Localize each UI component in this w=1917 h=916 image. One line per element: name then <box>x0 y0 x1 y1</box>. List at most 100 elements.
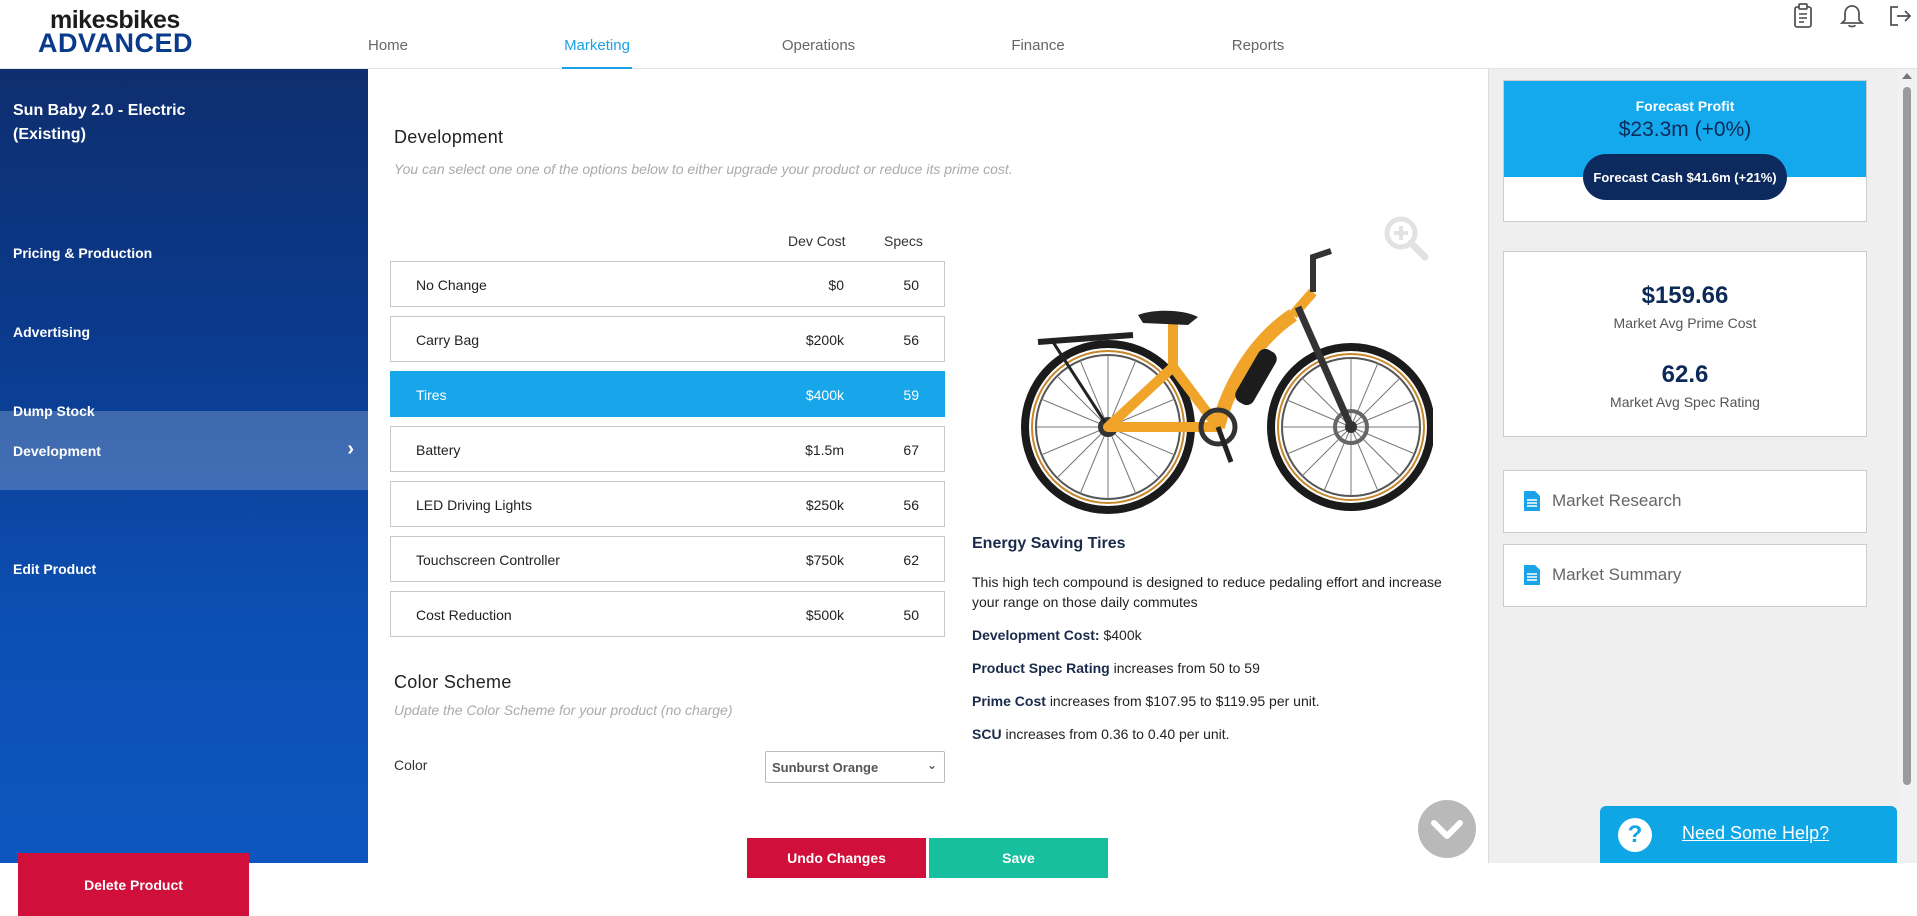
forecast-profit-value: $23.3m (+0%) <box>1618 118 1752 141</box>
save-button[interactable]: Save <box>929 838 1108 878</box>
spec-text: increases from 50 to 59 <box>1113 660 1260 676</box>
nav-finance[interactable]: Finance <box>1008 37 1068 69</box>
clipboard-icon[interactable] <box>1789 2 1817 30</box>
dev-cost-value: $400k <box>1103 627 1142 643</box>
scroll-up-arrow-icon[interactable] <box>1902 73 1912 79</box>
option-cost-reduction[interactable]: Cost Reduction $500k 50 <box>390 591 945 637</box>
dev-cost-header: Dev Cost <box>788 233 846 249</box>
right-panel: Forecast Profit $23.3m (+0%) Forecast Ca… <box>1488 69 1898 863</box>
market-spec-value: 62.6 <box>1661 361 1709 388</box>
document-icon <box>1524 565 1540 585</box>
product-title: Sun Baby 2.0 - Electric (Existing) <box>13 102 186 143</box>
document-icon <box>1524 491 1540 511</box>
specs-header: Specs <box>884 233 923 249</box>
market-research-label: Market Research <box>1552 491 1682 510</box>
option-name: Tires <box>416 387 447 403</box>
top-header: mikesbikes ADVANCED Home Marketing Opera… <box>0 0 1917 69</box>
dev-cost-line: Development Cost: $400k <box>972 627 1142 643</box>
option-specs: 56 <box>903 332 919 348</box>
question-icon: ? <box>1618 818 1652 852</box>
forecast-card: Forecast Profit $23.3m (+0%) Forecast Ca… <box>1503 80 1867 222</box>
option-specs: 67 <box>903 442 919 458</box>
sidebar-item-pricing[interactable]: Pricing & Production <box>0 213 368 292</box>
market-spec-label: Market Avg Spec Rating <box>1610 394 1760 410</box>
logo-advanced[interactable]: ADVANCED <box>38 28 193 59</box>
sidebar-item-label: Development <box>13 442 101 459</box>
market-research-link[interactable]: Market Research <box>1503 470 1867 533</box>
prime-cost-label: Prime Cost <box>972 693 1046 709</box>
option-tires[interactable]: Tires $400k 59 <box>390 371 945 417</box>
option-specs: 56 <box>903 497 919 513</box>
spec-line: Product Spec Rating increases from 50 to… <box>972 660 1260 676</box>
option-name: No Change <box>416 277 487 293</box>
option-touchscreen[interactable]: Touchscreen Controller $750k 62 <box>390 536 945 582</box>
option-no-change[interactable]: No Change $0 50 <box>390 261 945 307</box>
delete-product-button[interactable]: Delete Product <box>18 853 249 916</box>
bell-icon[interactable] <box>1838 2 1866 30</box>
product-detail-title: Energy Saving Tires <box>972 535 1126 552</box>
dev-cost-label: Development Cost: <box>972 627 1100 643</box>
scu-label: SCU <box>972 726 1002 742</box>
scu-text: increases from 0.36 to 0.40 per unit. <box>1005 726 1230 742</box>
option-name: Cost Reduction <box>416 607 512 623</box>
development-subheading: You can select one one of the options be… <box>394 161 1013 177</box>
sidebar: Sun Baby 2.0 - Electric (Existing) Prici… <box>0 69 368 916</box>
option-cost: $0 <box>828 277 844 293</box>
option-battery[interactable]: Battery $1.5m 67 <box>390 426 945 472</box>
market-stats-card: $159.66 Market Avg Prime Cost 62.6 Marke… <box>1503 251 1867 437</box>
option-cost: $250k <box>805 497 844 513</box>
spec-label: Product Spec Rating <box>972 660 1110 676</box>
option-cost: $500k <box>805 607 844 623</box>
prime-cost-line: Prime Cost increases from $107.95 to $11… <box>972 693 1320 709</box>
option-cost: $1.5m <box>805 442 844 458</box>
market-summary-label: Market Summary <box>1552 565 1682 584</box>
chevron-down-icon <box>1431 820 1463 839</box>
prime-cost-text: increases from $107.95 to $119.95 per un… <box>1049 693 1320 709</box>
chevron-down-icon: ⌄ <box>926 758 937 772</box>
main-content: Development You can select one one of th… <box>368 69 1488 878</box>
forecast-profit-label: Forecast Profit <box>1635 98 1735 114</box>
logout-icon[interactable] <box>1886 2 1914 30</box>
sidebar-item-advertising[interactable]: Advertising <box>0 292 368 371</box>
help-widget[interactable]: ? Need Some Help? <box>1600 806 1897 863</box>
option-cost: $750k <box>805 552 844 568</box>
development-heading: Development <box>394 127 504 147</box>
color-scheme-subheading: Update the Color Scheme for your product… <box>394 702 733 718</box>
vertical-scrollbar[interactable] <box>1898 69 1917 863</box>
market-prime-cost-value: $159.66 <box>1641 282 1729 309</box>
market-prime-cost-label: Market Avg Prime Cost <box>1613 315 1757 331</box>
market-summary-link[interactable]: Market Summary <box>1503 544 1867 607</box>
option-specs: 50 <box>903 277 919 293</box>
scu-line: SCU increases from 0.36 to 0.40 per unit… <box>972 726 1230 742</box>
help-link[interactable]: Need Some Help? <box>1682 823 1829 844</box>
option-specs: 50 <box>903 607 919 623</box>
option-carry-bag[interactable]: Carry Bag $200k 56 <box>390 316 945 362</box>
color-select-value: Sunburst Orange <box>772 760 879 775</box>
forecast-cash-badge[interactable]: Forecast Cash $41.6m (+21%) <box>1583 154 1787 200</box>
chevron-right-icon: › <box>347 438 354 460</box>
sidebar-item-development[interactable]: Development › <box>0 411 368 490</box>
sidebar-item-label: Edit Product <box>13 560 97 577</box>
sidebar-item-label: Advertising <box>13 323 91 340</box>
color-scheme-heading: Color Scheme <box>394 672 512 692</box>
nav-marketing[interactable]: Marketing <box>562 37 632 69</box>
option-led-lights[interactable]: LED Driving Lights $250k 56 <box>390 481 945 527</box>
scrollbar-thumb[interactable] <box>1903 87 1911 785</box>
nav-home[interactable]: Home <box>358 37 418 69</box>
option-name: Touchscreen Controller <box>416 552 560 568</box>
bike-image <box>1021 248 1433 514</box>
option-name: Battery <box>416 442 461 458</box>
sidebar-item-edit-product[interactable]: Edit Product <box>0 529 368 608</box>
nav-reports[interactable]: Reports <box>1228 37 1288 69</box>
product-detail-description: This high tech compound is designed to r… <box>972 574 1442 610</box>
color-select[interactable]: Sunburst Orange ⌄ <box>765 751 945 783</box>
option-cost: $400k <box>805 387 844 403</box>
option-name: Carry Bag <box>416 332 480 348</box>
color-label: Color <box>394 757 428 773</box>
option-specs: 62 <box>903 552 919 568</box>
nav-operations[interactable]: Operations <box>776 37 861 69</box>
option-name: LED Driving Lights <box>416 497 532 513</box>
option-specs: 59 <box>903 387 919 403</box>
undo-changes-button[interactable]: Undo Changes <box>747 838 926 878</box>
scroll-down-button[interactable] <box>1418 800 1476 858</box>
